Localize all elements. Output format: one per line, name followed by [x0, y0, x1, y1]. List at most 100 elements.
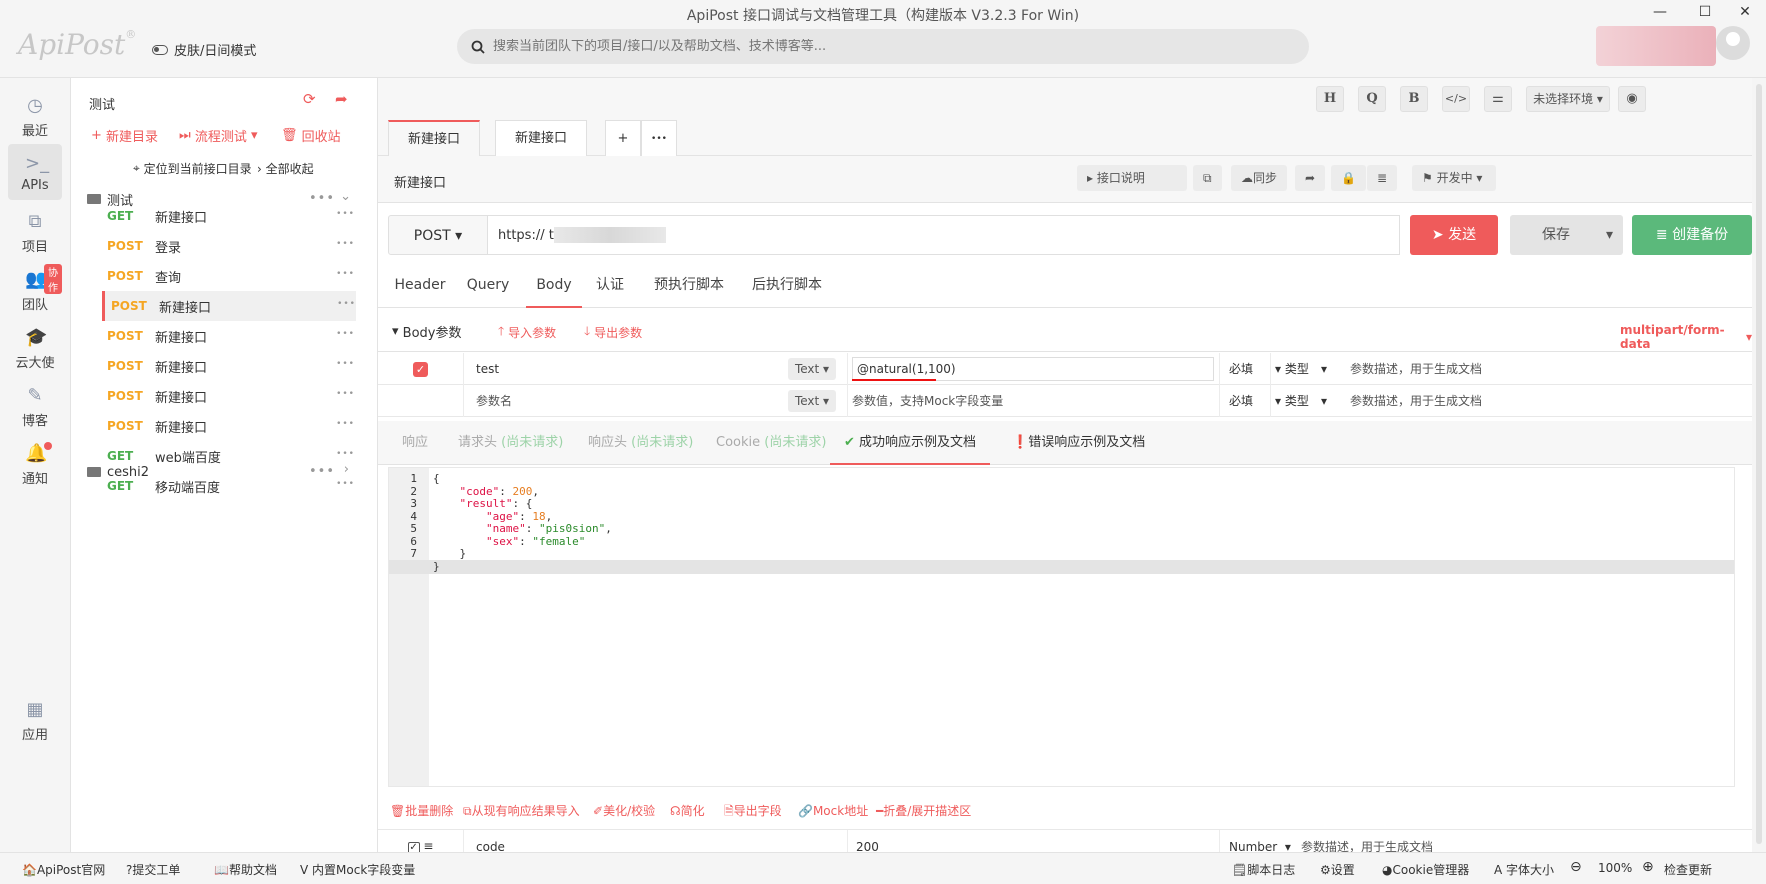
tab-body[interactable]: Body: [526, 264, 582, 308]
export-fields-button[interactable]: 🗎导出字段: [724, 802, 782, 823]
sync-button[interactable]: ☁同步: [1231, 165, 1288, 191]
body-params-toggle[interactable]: ▾ Body参数: [392, 322, 462, 341]
import-from-response-button[interactable]: ⧉从现有响应结果导入: [463, 802, 580, 819]
tree-item[interactable]: GET web端百度 •••: [101, 441, 355, 471]
global-search[interactable]: [457, 29, 1309, 64]
refresh-icon[interactable]: ⟳: [303, 90, 316, 108]
export-params-button[interactable]: 🡓 导出参数: [584, 322, 642, 343]
tab-api-1[interactable]: 新建接口: [388, 120, 480, 156]
font-size-button[interactable]: A 字体大小: [1494, 861, 1554, 878]
nav-notify[interactable]: 🔔 通知: [8, 434, 62, 490]
tab-auth[interactable]: 认证: [590, 264, 630, 308]
check-update-link[interactable]: 检查更新: [1664, 861, 1712, 878]
tree-item[interactable]: POST 新建接口 •••: [101, 381, 355, 411]
more-icon[interactable]: •••: [336, 449, 355, 459]
more-icon[interactable]: •••: [336, 209, 355, 219]
tab-api-2[interactable]: 新建接口: [495, 120, 587, 156]
cookie-manager-button[interactable]: ◕Cookie管理器: [1382, 861, 1469, 878]
avatar[interactable]: [1716, 26, 1750, 60]
code-button[interactable]: </>: [1442, 86, 1470, 112]
api-doc-button[interactable]: ▸ 接口说明: [1077, 165, 1187, 191]
more-icon[interactable]: •••: [336, 479, 355, 489]
response-example-editor[interactable]: 12345678 { "code": 200, "result": { "age…: [388, 467, 1735, 787]
heading-button[interactable]: H: [1316, 86, 1344, 112]
scrollbar[interactable]: [1752, 78, 1766, 852]
caret-down-icon[interactable]: ▾: [1321, 385, 1349, 417]
tree-item[interactable]: POST 登录 •••: [101, 231, 355, 261]
create-backup-button[interactable]: ≣ 创建备份: [1632, 215, 1752, 255]
lock-icon[interactable]: 🔒: [1331, 165, 1366, 191]
recycle-button[interactable]: 🗑 回收站: [281, 126, 341, 145]
caret-down-icon[interactable]: ▾: [1606, 215, 1613, 255]
new-dir-button[interactable]: + 新建目录: [91, 126, 158, 145]
tab-success-example[interactable]: ✔ 成功响应示例及文档: [830, 421, 991, 465]
script-log-button[interactable]: 🗒脚本日志: [1232, 861, 1295, 878]
nav-ambassador[interactable]: 🎓 云大使: [8, 318, 62, 374]
add-tab-button[interactable]: +: [605, 120, 641, 156]
param-type-select[interactable]: Text ▾: [788, 390, 836, 412]
skin-mode-toggle[interactable]: 皮肤/日间模式: [152, 40, 256, 59]
ticket-link[interactable]: ?提交工单: [126, 861, 180, 878]
env-select[interactable]: 未选择环境 ▾: [1526, 86, 1610, 112]
param-desc[interactable]: 参数描述，用于生成文档: [1350, 353, 1750, 385]
quote-button[interactable]: Q: [1358, 86, 1386, 112]
tree-item[interactable]: POST 查询 •••: [101, 261, 355, 291]
tab-cookie[interactable]: Cookie (尚未请求): [716, 421, 826, 465]
scrollbar-thumb[interactable]: [1756, 84, 1762, 844]
mock-url-button[interactable]: 🔗Mock地址: [798, 802, 868, 819]
nav-apis[interactable]: >_ APIs: [8, 144, 62, 200]
batch-delete-button[interactable]: 🗑批量删除: [390, 802, 453, 819]
status-select[interactable]: ⚑ 开发中 ▾: [1412, 165, 1496, 191]
more-icon[interactable]: •••: [337, 299, 356, 309]
database-icon[interactable]: ≣: [1367, 165, 1398, 191]
collapse-all-button[interactable]: › 全部收起: [257, 160, 314, 177]
bold-button[interactable]: B: [1400, 86, 1428, 112]
content-type-select[interactable]: multipart/form-data ▾: [1620, 323, 1752, 351]
param-type-select[interactable]: Text ▾: [788, 358, 836, 380]
more-icon[interactable]: •••: [336, 269, 355, 279]
param-value-cell[interactable]: 参数值，支持Mock字段变量: [848, 385, 1220, 417]
import-params-button[interactable]: 🡑 导入参数: [498, 322, 556, 343]
more-icon[interactable]: •••: [336, 389, 355, 399]
more-icon[interactable]: •••: [336, 419, 355, 429]
share-icon[interactable]: ➦: [335, 90, 348, 108]
more-icon[interactable]: •••: [336, 359, 355, 369]
tab-more-button[interactable]: •••: [641, 120, 677, 156]
checkbox-checked-icon[interactable]: ✓: [413, 362, 428, 377]
send-button[interactable]: ➤ 发送: [1410, 215, 1498, 255]
close-button[interactable]: ✕: [1725, 4, 1765, 20]
nav-team[interactable]: 👥 团队 协作: [8, 260, 62, 316]
caret-down-icon[interactable]: ▾: [1321, 353, 1349, 385]
method-select[interactable]: POST ▾: [388, 215, 488, 255]
minimize-button[interactable]: —: [1640, 4, 1680, 20]
nav-recent[interactable]: ◷ 最近: [8, 86, 62, 142]
param-required[interactable]: 必填: [1221, 353, 1271, 385]
copy-icon[interactable]: ⧉: [1193, 165, 1222, 191]
tree-item[interactable]: POST 新建接口 •••: [101, 351, 355, 381]
param-desc[interactable]: 参数描述，用于生成文档: [1350, 385, 1750, 417]
param-value-cell[interactable]: @natural(1,100): [848, 353, 1220, 385]
toggle-desc-button[interactable]: ━折叠/展开描述区: [876, 802, 971, 819]
tab-query[interactable]: Query: [460, 264, 516, 308]
tab-response[interactable]: 响应: [402, 421, 428, 465]
tab-header[interactable]: Header: [388, 264, 452, 308]
param-value-input[interactable]: @natural(1,100): [852, 357, 1214, 381]
zoom-in-icon[interactable]: ⊕: [1642, 859, 1654, 875]
param-key-cell[interactable]: 参数名 Text ▾: [464, 385, 848, 417]
param-required[interactable]: 必填: [1221, 385, 1271, 417]
help-link[interactable]: 📖帮助文档: [214, 861, 277, 878]
share-icon[interactable]: ➦: [1295, 165, 1326, 191]
tree-item[interactable]: GET 移动端百度 •••: [101, 471, 355, 501]
mock-vars-link[interactable]: V 内置Mock字段变量: [300, 861, 415, 878]
locate-dir-button[interactable]: ⌖ 定位到当前接口目录: [133, 160, 252, 177]
site-link[interactable]: 🏠ApiPost官网: [22, 861, 105, 878]
tree-item[interactable]: GET 新建接口 •••: [101, 201, 355, 231]
param-key-cell[interactable]: test Text ▾: [464, 353, 848, 385]
settings-button[interactable]: ⚙设置: [1320, 861, 1355, 878]
tree-item[interactable]: POST 新建接口 •••: [101, 411, 355, 441]
zoom-out-icon[interactable]: ⊖: [1570, 859, 1582, 875]
flow-test-button[interactable]: ⏭ 流程测试 ▾: [179, 126, 258, 145]
search-input[interactable]: [493, 39, 1253, 54]
beautify-button[interactable]: ✐美化/校验: [593, 802, 655, 819]
maximize-button[interactable]: ☐: [1685, 4, 1725, 20]
